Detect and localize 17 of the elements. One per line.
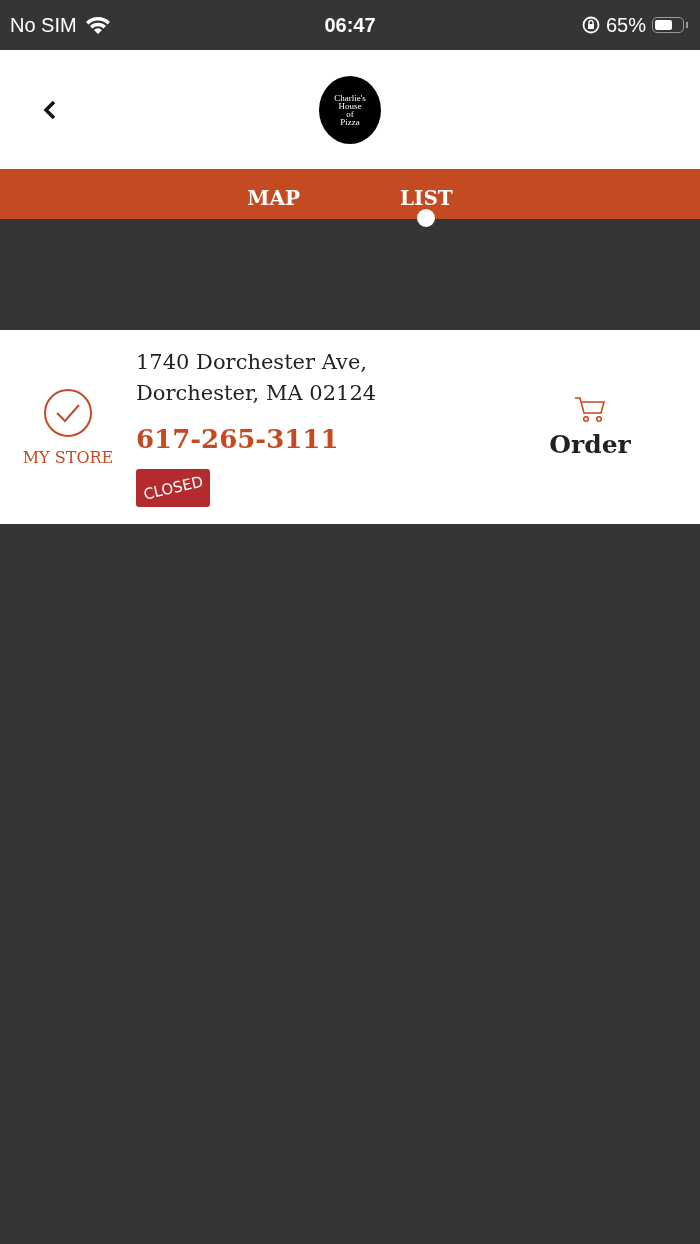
address-text: 1740 Dorchester Ave, xyxy=(136,349,367,376)
logo: Charlie's House of Pizza xyxy=(319,75,381,144)
battery-text: 65% xyxy=(605,13,646,37)
order-button[interactable]: Order xyxy=(510,395,670,459)
closed-badge: CLOSED xyxy=(136,469,210,507)
check-icon xyxy=(43,387,93,438)
rotation-lock-icon xyxy=(581,16,600,34)
phone-link[interactable]: 617-265-3111 xyxy=(136,423,339,455)
back-icon[interactable] xyxy=(43,100,57,120)
cart-icon xyxy=(574,395,606,424)
wifi-icon xyxy=(84,15,111,35)
tab[interactable]: LIST xyxy=(389,169,463,227)
address-text: Dorchester, MA 02124 xyxy=(136,380,377,407)
my-store-button[interactable]: MY STORE xyxy=(0,387,136,467)
carrier-text: No SIM xyxy=(10,13,77,37)
clock-text: 06:47 xyxy=(323,13,377,37)
tab[interactable]: MAP xyxy=(237,169,310,227)
